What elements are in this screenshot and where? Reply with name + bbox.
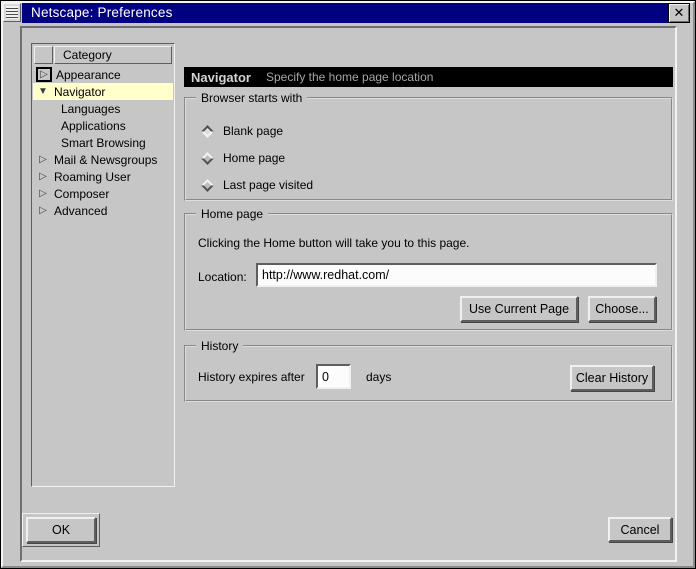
group-legend: Home page: [196, 207, 268, 221]
tree-header-spacer: [34, 46, 53, 64]
location-label: Location:: [198, 270, 247, 284]
history-group: History History expires after days Clear…: [184, 345, 673, 402]
section-header: Navigator Specify the home page location: [184, 67, 673, 87]
radio-unselected-icon[interactable]: [201, 152, 214, 165]
tree-header: Category: [34, 46, 172, 64]
window-menu-icon[interactable]: [3, 3, 21, 22]
close-icon[interactable]: ✕: [668, 3, 690, 23]
sidebar-item-appearance[interactable]: ▷ Appearance: [33, 66, 173, 83]
sidebar-item-applications[interactable]: Applications: [33, 117, 173, 134]
expanded-triangle-icon[interactable]: ▼: [36, 85, 50, 99]
preferences-window: Netscape: Preferences ✕ Category ▷ Appea…: [0, 0, 696, 569]
history-expires-label: History expires after: [198, 370, 305, 384]
group-legend: Browser starts with: [196, 91, 307, 105]
sidebar-item-languages[interactable]: Languages: [33, 100, 173, 117]
window-menu-lines: [6, 6, 18, 19]
browser-starts-with-group: Browser starts with Blank page Home page…: [184, 97, 673, 201]
category-tree: Category ▷ Appearance ▼ Navigator Langua…: [31, 43, 175, 487]
ok-default-frame: OK: [22, 513, 100, 547]
sidebar-item-roaming-user[interactable]: ▷ Roaming User: [33, 168, 173, 185]
use-current-page-button[interactable]: Use Current Page: [460, 296, 578, 322]
tree-header-category: Category: [54, 46, 172, 64]
sidebar-item-smart-browsing[interactable]: Smart Browsing: [33, 134, 173, 151]
clear-history-button[interactable]: Clear History: [570, 365, 654, 391]
collapsed-triangle-icon[interactable]: ▷: [36, 67, 52, 82]
radio-selected-icon[interactable]: [201, 125, 214, 138]
sidebar-item-composer[interactable]: ▷ Composer: [33, 185, 173, 202]
location-input[interactable]: [256, 263, 657, 287]
titlebar[interactable]: Netscape: Preferences: [22, 2, 668, 23]
collapsed-triangle-icon[interactable]: ▷: [36, 204, 50, 218]
ok-button[interactable]: OK: [26, 517, 96, 543]
section-title: Navigator: [191, 70, 251, 85]
radio-blank-page[interactable]: Blank page: [201, 122, 283, 140]
radio-home-page[interactable]: Home page: [201, 149, 285, 167]
radio-unselected-icon[interactable]: [201, 179, 214, 192]
sidebar-item-navigator[interactable]: ▼ Navigator: [33, 83, 173, 100]
radio-last-page-visited[interactable]: Last page visited: [201, 176, 313, 194]
tree-rows: ▷ Appearance ▼ Navigator Languages Appli…: [33, 66, 173, 219]
group-legend: History: [196, 339, 243, 353]
section-subtitle: Specify the home page location: [266, 70, 433, 84]
days-label: days: [366, 370, 391, 384]
window-title: Netscape: Preferences: [31, 5, 173, 20]
cancel-button[interactable]: Cancel: [608, 517, 672, 542]
choose-button[interactable]: Choose...: [588, 296, 656, 322]
collapsed-triangle-icon[interactable]: ▷: [36, 187, 50, 201]
home-page-description: Clicking the Home button will take you t…: [198, 236, 469, 250]
history-days-input[interactable]: [316, 364, 351, 389]
collapsed-triangle-icon[interactable]: ▷: [36, 170, 50, 184]
collapsed-triangle-icon[interactable]: ▷: [36, 153, 50, 167]
sidebar-item-mail-newsgroups[interactable]: ▷ Mail & Newsgroups: [33, 151, 173, 168]
home-page-group: Home page Clicking the Home button will …: [184, 213, 673, 331]
sidebar-item-advanced[interactable]: ▷ Advanced: [33, 202, 173, 219]
